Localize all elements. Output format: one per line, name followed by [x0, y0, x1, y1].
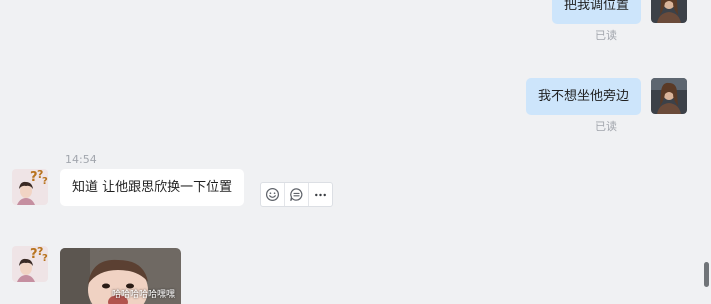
contact-avatar-photo: ? ? ?: [12, 246, 48, 282]
more-options-button[interactable]: [309, 183, 332, 206]
outgoing-message: 我不想坐他旁边 已读: [287, 78, 687, 138]
my-avatar-photo: [651, 0, 687, 23]
contact-avatar-photo: ? ? ?: [12, 169, 48, 205]
chat-message-list: 把我调位置 已读 我不想坐他旁边 已读 14:54 ? ? ? 知道 让他跟思欣…: [0, 0, 711, 304]
read-receipt: 已读: [595, 29, 617, 42]
image-message[interactable]: 哈哈哈哈哈嘿嘿: [60, 248, 181, 304]
emoji-reaction-icon: [265, 187, 280, 202]
chat-scrollbar-thumb[interactable]: [704, 262, 709, 287]
quote-reply-icon: [290, 188, 303, 202]
message-bubble-outgoing[interactable]: 我不想坐他旁边: [525, 78, 641, 115]
my-avatar[interactable]: [651, 0, 687, 23]
my-avatar[interactable]: [651, 78, 687, 114]
message-bubble-incoming[interactable]: 知道 让他跟思欣换一下位置: [60, 169, 245, 206]
outgoing-message: 把我调位置 已读: [287, 0, 687, 47]
my-avatar-photo: [651, 78, 687, 114]
contact-avatar[interactable]: ? ? ?: [12, 246, 48, 282]
message-timestamp: 14:54: [65, 153, 97, 166]
sticker-caption: 哈哈哈哈哈嘿嘿: [112, 290, 176, 300]
contact-avatar[interactable]: ? ? ?: [12, 169, 48, 205]
read-receipt: 已读: [595, 120, 617, 133]
svg-text:?: ?: [42, 176, 48, 187]
message-action-toolbar: [260, 182, 333, 207]
incoming-message: ? ? ? 知道 让他跟思欣换一下位置: [12, 169, 272, 209]
quote-reply-button[interactable]: [285, 183, 309, 206]
more-options-icon: [315, 193, 326, 197]
emoji-reaction-button[interactable]: [261, 183, 285, 206]
svg-text:?: ?: [42, 253, 48, 264]
message-bubble-outgoing[interactable]: 把我调位置: [551, 0, 641, 24]
